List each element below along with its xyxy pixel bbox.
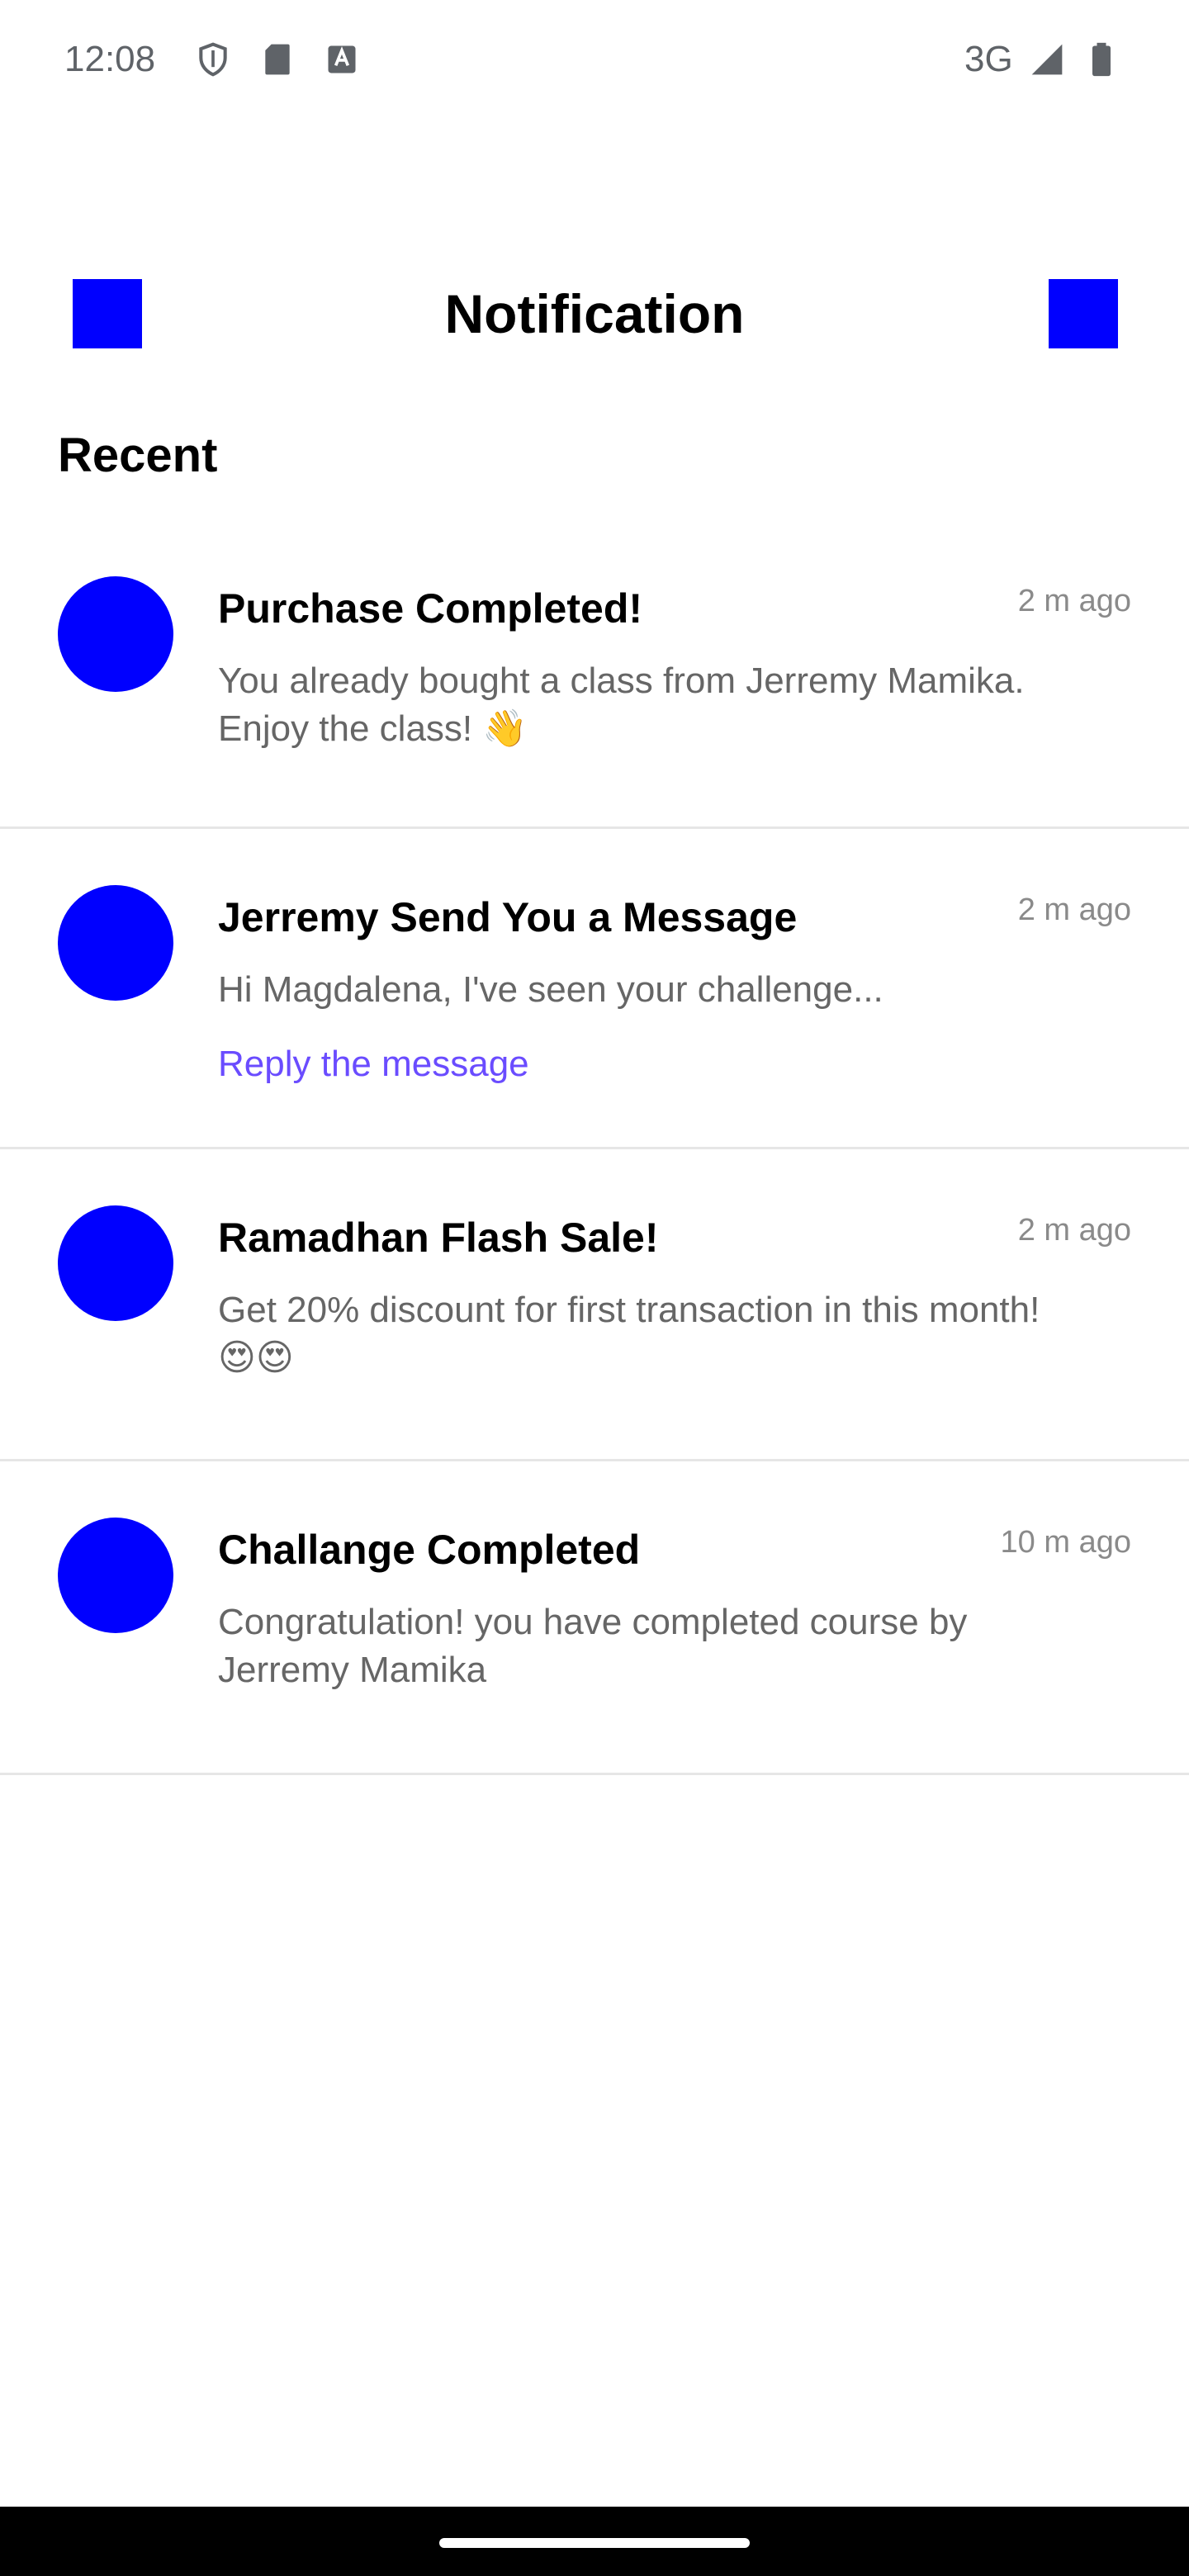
home-gesture-handle[interactable] [439,2538,750,2548]
avatar [58,1518,173,1633]
header-action-button[interactable] [1049,279,1118,348]
battery-icon [1083,41,1120,78]
keyboard-a-icon [324,41,360,78]
notification-item[interactable]: Challange Completed 10 m ago Congratulat… [0,1461,1189,1775]
notification-body: Congratulation! you have completed cours… [218,1602,968,1690]
notification-body: Get 20% discount for first transaction i… [218,1290,1040,1378]
notification-item[interactable]: Purchase Completed! 2 m ago You already … [0,520,1189,829]
notification-item[interactable]: Ramadhan Flash Sale! 2 m ago Get 20% dis… [0,1149,1189,1461]
notification-body: You already bought a class from Jerremy … [218,661,1025,749]
section-title-recent: Recent [58,429,218,482]
network-type: 3G [964,39,1013,79]
notification-body: Hi Magdalena, I've seen your challenge..… [218,969,883,1010]
sd-card-icon [259,41,296,78]
status-bar: 12:08 3G [0,0,1189,124]
reply-message-link[interactable]: Reply the message [218,1040,529,1088]
notification-item[interactable]: Jerremy Send You a Message 2 m ago Hi Ma… [0,829,1189,1149]
notification-title: Jerremy Send You a Message [218,894,798,940]
avatar [58,885,173,1001]
avatar [58,576,173,692]
notification-title: Purchase Completed! [218,585,643,632]
status-time: 12:08 [64,39,156,79]
page-title: Notification [444,283,745,344]
notification-title: Ramadhan Flash Sale! [218,1215,659,1261]
navigation-bar [0,2507,1189,2576]
notification-title: Challange Completed [218,1527,641,1573]
avatar [58,1205,173,1321]
notification-time: 2 m ago [1017,1213,1131,1248]
notification-list: Purchase Completed! 2 m ago You already … [0,520,1189,1775]
notification-time: 2 m ago [1017,584,1131,618]
notification-time: 2 m ago [1017,893,1131,927]
notification-time: 10 m ago [1000,1525,1131,1560]
shield-icon [195,41,231,78]
signal-icon [1029,41,1065,78]
